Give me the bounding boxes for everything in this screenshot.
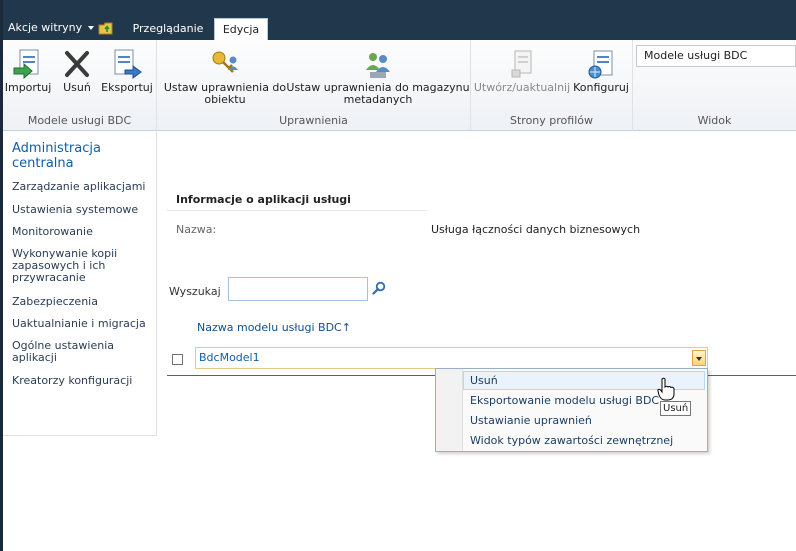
top-bar xyxy=(0,0,796,40)
tab-edit[interactable]: Edycja xyxy=(214,18,268,41)
configure-button[interactable]: Konfiguruj xyxy=(571,48,631,94)
set-metadata-store-permissions-button[interactable]: Ustaw uprawnienia do magazynu metadanych xyxy=(285,48,471,106)
group-label-profile-pages: Strony profilów xyxy=(510,114,593,127)
page-create-icon xyxy=(511,50,532,78)
view-select[interactable]: Modele usługi BDC xyxy=(636,45,796,67)
group-label-bdc-models: Modele usługi BDC xyxy=(27,114,132,127)
name-label: Nazwa: xyxy=(176,223,217,236)
divider xyxy=(167,210,427,211)
nav-item-general-app-settings[interactable]: Ogólne ustawienia aplikacji xyxy=(12,340,132,364)
nav-item-application-management[interactable]: Zarządzanie aplikacjami xyxy=(12,181,154,193)
nav-item-backup-restore[interactable]: Wykonywanie kopii zapasowych i ich przyw… xyxy=(12,248,142,284)
row-menu-dropdown[interactable] xyxy=(692,350,706,366)
delete-x-icon xyxy=(65,51,89,77)
site-actions-menu[interactable]: Akcje witryny xyxy=(8,21,95,34)
menu-gutter xyxy=(436,369,463,451)
delete-label: Usuń xyxy=(63,81,91,94)
delete-button[interactable]: Usuń xyxy=(55,48,99,94)
group-label-permissions: Uprawnienia xyxy=(279,114,348,127)
search-input[interactable] xyxy=(228,277,368,301)
export-label: Eksportuj xyxy=(101,81,153,94)
navigate-up-icon[interactable] xyxy=(98,21,115,35)
ribbon-group-bdc-models: Importuj Usuń Eksportuj Modele usługi BD… xyxy=(3,40,157,131)
set-metadata-store-permissions-label: Ustaw uprawnienia do magazynu metadanych xyxy=(286,81,470,106)
configure-label: Konfiguruj xyxy=(573,81,629,94)
tab-browse[interactable]: Przeglądanie xyxy=(126,18,210,40)
nav-item-upgrade-migration[interactable]: Uaktualnianie i migracja xyxy=(12,318,154,330)
import-button[interactable]: Importuj xyxy=(4,48,52,94)
column-header-model-name[interactable]: Nazwa modelu usługi BDC↑ xyxy=(197,321,351,334)
nav-central-administration[interactable]: Administracja centralna xyxy=(12,141,122,171)
set-object-permissions-button[interactable]: Ustaw uprawnienia do obiektu xyxy=(163,48,287,106)
nav-item-configuration-wizards[interactable]: Kreatorzy konfiguracji xyxy=(12,375,154,387)
set-object-permissions-label: Ustaw uprawnienia do obiektu xyxy=(163,81,287,106)
nav-item-security[interactable]: Zabezpieczenia xyxy=(12,296,154,308)
left-navigation: Administracja centralna Zarządzanie apli… xyxy=(3,131,157,436)
export-icon xyxy=(114,49,142,79)
group-label-view: Widok xyxy=(697,114,732,127)
configure-page-icon xyxy=(588,50,613,79)
hand-cursor-icon xyxy=(657,377,675,401)
menu-item-external-content-types[interactable]: Widok typów zawartości zewnętrznej xyxy=(470,434,673,447)
search-label: Wyszukaj xyxy=(169,285,221,298)
name-value: Usługa łączności danych biznesowych xyxy=(431,223,641,236)
row-checkbox[interactable] xyxy=(172,354,183,365)
table-row xyxy=(195,347,708,369)
import-icon xyxy=(13,49,39,80)
create-upgrade-button[interactable]: Utwórz/uaktualnij xyxy=(473,48,571,94)
search-icon[interactable] xyxy=(372,281,386,295)
ribbon-group-permissions: Ustaw uprawnienia do obiektu Ustaw upraw… xyxy=(157,40,471,131)
tooltip: Usuń xyxy=(660,401,692,416)
menu-item-export-model[interactable]: Eksportowanie modelu usługi BDC xyxy=(470,394,659,407)
import-label: Importuj xyxy=(4,81,52,94)
service-app-info-header: Informacje o aplikacji usługi xyxy=(176,193,351,206)
menu-item-delete[interactable]: Usuń xyxy=(470,374,498,387)
menu-item-set-permissions[interactable]: Ustawianie uprawnień xyxy=(470,414,592,427)
chevron-down-icon xyxy=(696,357,702,361)
export-button[interactable]: Eksportuj xyxy=(101,48,153,94)
model-name-link[interactable]: BdcModel1 xyxy=(199,351,260,364)
key-users-icon xyxy=(212,51,238,73)
nav-item-system-settings[interactable]: Ustawienia systemowe xyxy=(12,204,154,216)
chevron-down-icon xyxy=(88,25,95,30)
create-upgrade-label: Utwórz/uaktualnij xyxy=(473,81,571,94)
ribbon-group-profile-pages: Utwórz/uaktualnij Konfiguruj Strony prof… xyxy=(471,40,633,131)
site-actions-label: Akcje witryny xyxy=(8,21,83,34)
users-store-icon xyxy=(366,53,390,78)
nav-item-monitoring[interactable]: Monitorowanie xyxy=(12,226,154,238)
